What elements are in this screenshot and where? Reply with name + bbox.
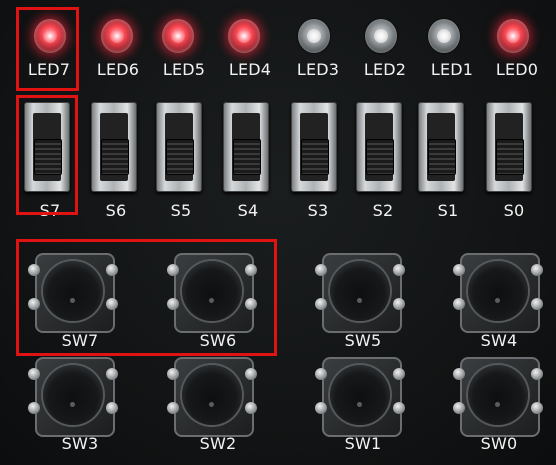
led-label: LED3 [296,60,340,79]
led-1 [428,19,460,53]
slide-switch-s0[interactable] [486,102,532,192]
push-button-label: SW0 [480,434,518,453]
push-button-sw1[interactable] [315,352,405,438]
led-label: LED1 [430,60,474,79]
led-2 [365,19,397,53]
led-label: LED0 [495,60,539,79]
slide-switch-label: S1 [437,201,459,220]
led-5 [162,19,194,53]
slide-switch-s4[interactable] [223,102,269,192]
slide-switch-s6[interactable] [91,102,137,192]
slide-switch-label: S3 [307,201,329,220]
led-0 [497,19,529,53]
push-button-label: SW2 [199,434,237,453]
slide-switch-s5[interactable] [156,102,202,192]
led-label: LED4 [228,60,272,79]
slide-switch-s3[interactable] [291,102,337,192]
led-6 [101,19,133,53]
push-button-sw2[interactable] [167,352,257,438]
slide-switch-label: S4 [237,201,259,220]
push-button-sw5[interactable] [315,248,405,334]
slide-switch-label: S6 [105,201,127,220]
highlight-box-led7 [16,7,79,91]
push-button-label: SW4 [480,331,518,350]
slide-switch-label: S0 [503,201,525,220]
push-button-label: SW3 [61,434,99,453]
slide-switch-label: S5 [170,201,192,220]
led-3 [298,19,330,53]
highlight-box-s7 [16,95,78,215]
led-label: LED5 [162,60,206,79]
led-label: LED2 [363,60,407,79]
led-label: LED6 [96,60,140,79]
slide-switch-s2[interactable] [356,102,402,192]
push-button-sw0[interactable] [453,352,543,438]
push-button-label: SW1 [344,434,382,453]
push-button-sw3[interactable] [28,352,118,438]
push-button-sw4[interactable] [453,248,543,334]
slide-switch-label: S2 [372,201,394,220]
slide-switch-s1[interactable] [418,102,464,192]
highlight-box-sw7-sw6 [16,239,277,356]
led-4 [228,19,260,53]
push-button-label: SW5 [344,331,382,350]
